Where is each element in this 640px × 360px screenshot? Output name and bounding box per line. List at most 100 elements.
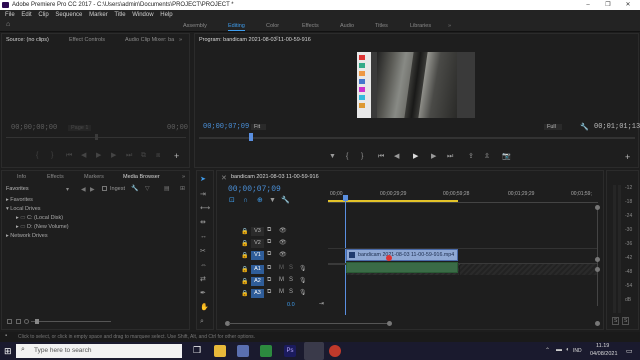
nest-icon[interactable]: ⊡ — [229, 197, 235, 205]
menu-sequence[interactable]: Sequence — [55, 10, 82, 20]
lift-icon[interactable]: ⇪ — [468, 153, 474, 161]
tray-time[interactable]: 11.19 — [596, 343, 609, 349]
menu-clip[interactable]: Clip — [38, 10, 48, 20]
track-name[interactable]: A1 — [251, 265, 264, 274]
task-view-icon[interactable]: ❒ — [191, 345, 203, 357]
program-video-frame[interactable] — [357, 52, 475, 118]
rate-stretch-tool-icon[interactable]: ↔ — [200, 233, 207, 241]
notifications-icon[interactable]: ▭ — [626, 347, 633, 355]
workspace-libraries[interactable]: Libraries — [410, 23, 431, 29]
step-forward-frame-icon[interactable]: ▶ — [111, 152, 116, 160]
menu-marker[interactable]: Marker — [89, 10, 108, 20]
track-name[interactable]: V2 — [251, 239, 264, 248]
master-go-end-icon[interactable]: ⇥ — [319, 300, 324, 307]
workspace-more-icon[interactable]: » — [448, 23, 451, 29]
tab-audio-clip-mixer[interactable]: Audio Clip Mixer: ba — [125, 37, 174, 43]
slide-tool-icon[interactable]: ⇄ — [200, 276, 206, 284]
hand-tool-icon[interactable]: ✋ — [200, 304, 209, 312]
play-icon[interactable]: ▶ — [96, 152, 101, 160]
track-select-tool-icon[interactable]: ⇥ — [200, 191, 206, 199]
ingest-checkbox[interactable] — [102, 186, 107, 191]
tab-more-icon[interactable]: » — [182, 174, 185, 180]
time-ruler[interactable]: 00;00 00;00;29;29 00;00;59;28 00;01;29;2… — [328, 185, 598, 203]
source-timecode[interactable]: 00;00;00;00 — [11, 124, 57, 132]
overwrite-icon[interactable]: ⧈ — [156, 152, 160, 160]
video-clip[interactable]: bandicam 2021-08-03 11-00-59-916.mp4 — [346, 249, 458, 261]
master-volume-value[interactable]: 0.0 — [287, 302, 295, 308]
timeline-vertical-scrollbar[interactable] — [597, 206, 598, 306]
vertical-scroll-mid-handle[interactable] — [595, 257, 600, 262]
razor-tool-icon[interactable]: ✂ — [200, 248, 206, 256]
tab-info[interactable]: Info — [17, 174, 26, 180]
bandicam-taskbar-icon[interactable] — [329, 345, 341, 357]
visibility-eye-icon[interactable]: 👁 — [279, 239, 287, 246]
track-header-v3[interactable]: 🔒 V3 ⧉ 👁 — [219, 226, 327, 237]
sync-lock-icon[interactable]: ⧉ — [267, 289, 271, 296]
workspace-audio[interactable]: Audio — [340, 23, 354, 29]
home-icon[interactable]: ⌂ — [6, 21, 10, 28]
snap-icon[interactable]: ∩ — [243, 197, 248, 205]
track-header-a1[interactable]: 🔒 A1 ⧉ M S 🎙 — [219, 264, 327, 275]
list-view-icon[interactable] — [7, 319, 12, 324]
visibility-eye-icon[interactable]: 👁 — [279, 227, 287, 234]
program-timecode[interactable]: 00;00;07;09 — [203, 123, 249, 131]
zoom-dropdown[interactable]: Fit — [251, 124, 267, 130]
add-marker-icon[interactable]: ▼ — [269, 197, 276, 205]
audio-clip[interactable] — [346, 262, 458, 273]
workspace-color[interactable]: Color — [266, 23, 279, 29]
audio-track-a1-fill[interactable] — [460, 264, 598, 275]
play-icon[interactable]: ▶ — [413, 153, 418, 161]
mark-in-icon[interactable]: { — [346, 153, 348, 161]
go-to-out-icon[interactable]: ⏭ — [447, 153, 453, 161]
timeline-settings-icon[interactable]: 🔧 — [281, 197, 290, 205]
solo-right-button[interactable]: S — [622, 317, 630, 325]
favorites-dropdown[interactable]: Favorites — [6, 186, 29, 192]
menu-file[interactable]: File — [5, 10, 15, 20]
back-icon[interactable]: ◀ — [81, 186, 86, 193]
vertical-scroll-top-handle[interactable] — [595, 205, 600, 210]
filter-icon[interactable]: ▽ — [145, 185, 150, 192]
program-menu-icon[interactable]: ≡ — [275, 36, 279, 42]
tree-item-d-drive[interactable]: ▸ ▭ D: (New Volume) — [6, 224, 186, 233]
track-header-a3[interactable]: 🔒 A3 ⧉ M S 🎙 — [219, 288, 327, 299]
voiceover-mic-icon[interactable]: 🎙 — [299, 289, 307, 296]
tab-markers[interactable]: Markers — [84, 174, 104, 180]
tray-network-icon[interactable]: ▬ — [556, 347, 562, 353]
mute-icon[interactable]: M — [279, 289, 284, 295]
menu-help[interactable]: Help — [160, 10, 172, 20]
zoom-tool-icon[interactable]: ⌕ — [200, 318, 204, 326]
windows-start-icon[interactable]: ⊞ — [4, 346, 12, 357]
store-icon[interactable] — [237, 345, 249, 357]
close-sequence-icon[interactable]: ✕ — [221, 174, 227, 182]
add-button-icon[interactable]: + — [174, 152, 179, 161]
solo-icon[interactable]: S — [289, 265, 293, 271]
forward-icon[interactable]: ▶ — [90, 186, 95, 193]
mark-out-icon[interactable]: } — [361, 153, 363, 161]
step-back-icon[interactable]: ◀ — [394, 153, 399, 161]
program-ruler[interactable] — [199, 137, 635, 139]
workspace-effects[interactable]: Effects — [302, 23, 319, 29]
favorites-dropdown-arrow-icon[interactable]: ▾ — [66, 186, 69, 193]
track-name[interactable]: A2 — [251, 277, 264, 286]
vertical-scroll-lower-handle[interactable] — [595, 267, 600, 272]
zoom-slider[interactable] — [31, 321, 111, 322]
tab-source[interactable]: Source: (no clips) — [6, 37, 49, 43]
playhead-handle[interactable] — [343, 195, 348, 201]
minimize-button[interactable]: – — [578, 0, 598, 10]
pen-tool-icon[interactable]: ✒ — [200, 290, 206, 298]
workspace-editing[interactable]: Editing — [228, 23, 245, 31]
visibility-eye-icon[interactable]: 👁 — [279, 251, 287, 258]
lock-icon[interactable]: 🔒 — [241, 266, 248, 273]
view-thumbnail-icon[interactable]: ⊞ — [180, 185, 185, 192]
mute-icon[interactable]: M — [279, 277, 284, 283]
slip-tool-icon[interactable]: ⇔ — [200, 262, 207, 270]
tab-effect-controls[interactable]: Effect Controls — [69, 37, 105, 43]
step-forward-icon[interactable]: ▶ — [431, 153, 436, 161]
mark-in-icon[interactable]: { — [36, 152, 38, 160]
step-back-frame-icon[interactable]: ◀ — [81, 152, 86, 160]
tray-volume-icon[interactable]: ◐ — [566, 347, 570, 353]
timeline-horizontal-scrollbar[interactable] — [229, 323, 389, 324]
track-header-v2[interactable]: 🔒 V2 ⧉ 👁 — [219, 238, 327, 249]
lock-icon[interactable]: 🔒 — [241, 240, 248, 247]
workspace-titles[interactable]: Titles — [375, 23, 388, 29]
